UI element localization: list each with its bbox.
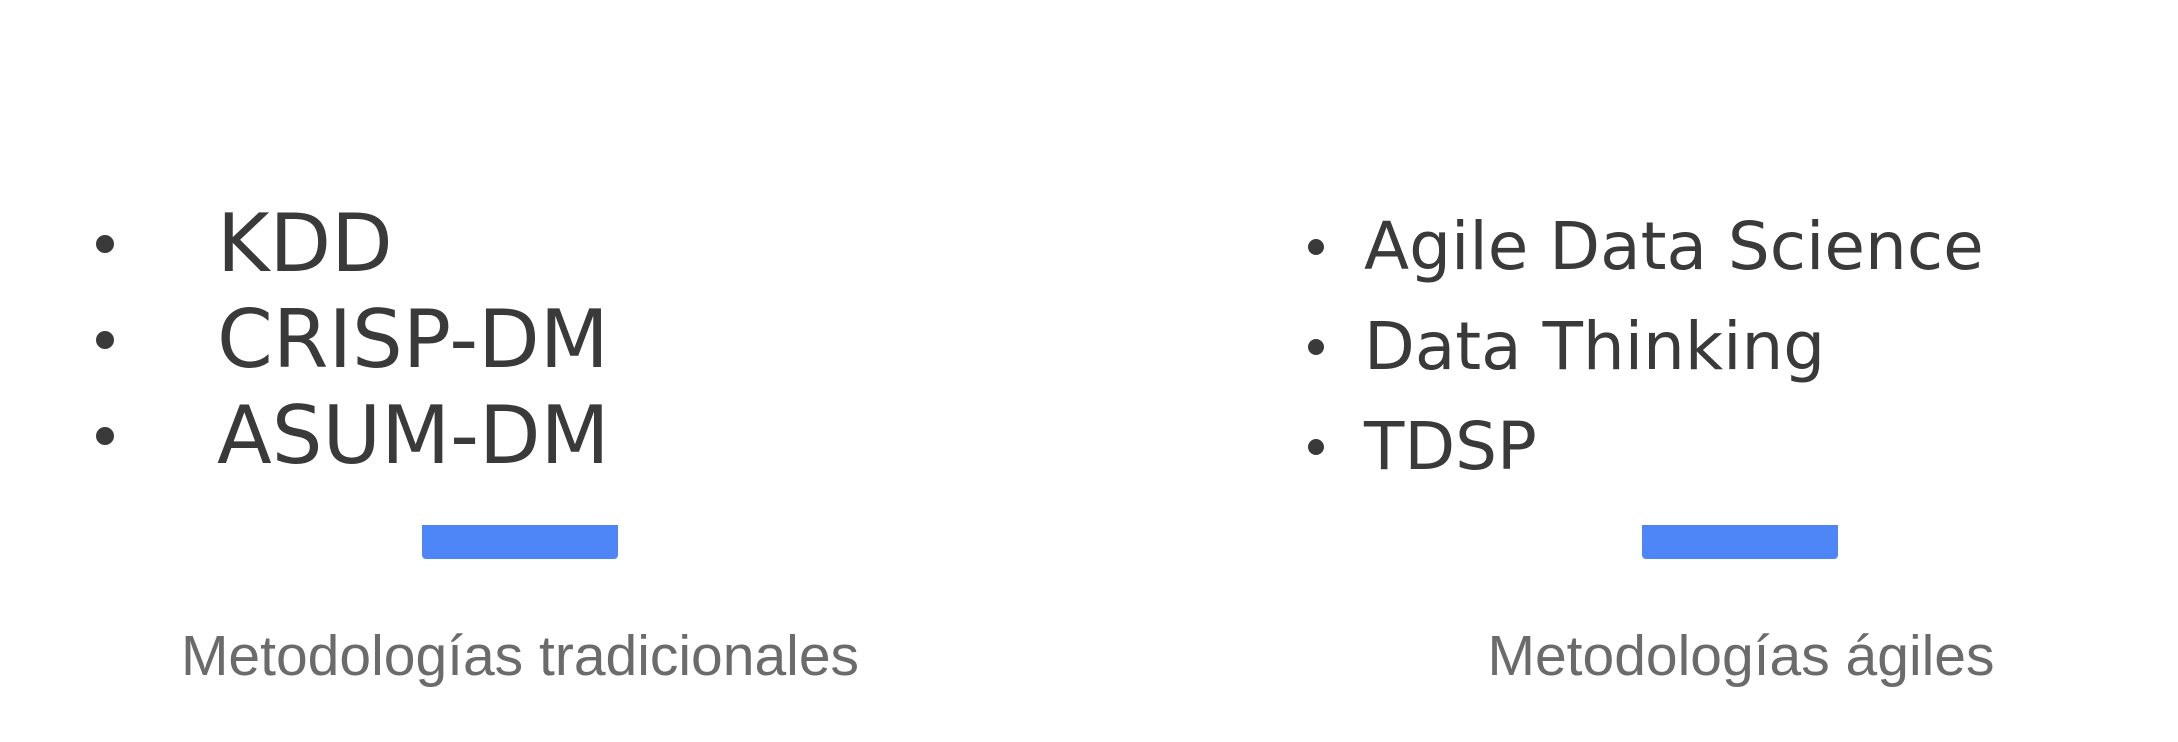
bullet-icon bbox=[96, 427, 114, 445]
caption-agile: Metodologías ágiles bbox=[1487, 624, 1995, 688]
accent-bar-left bbox=[422, 525, 618, 559]
list-item: KDD bbox=[96, 196, 610, 292]
list-item: TDSP bbox=[1308, 397, 1984, 497]
list-item-label: KDD bbox=[217, 197, 393, 290]
list-item-label: TDSP bbox=[1364, 408, 1537, 485]
bullet-icon bbox=[1308, 439, 1324, 455]
bullet-icon bbox=[1308, 339, 1324, 355]
list-item: ASUM-DM bbox=[96, 388, 610, 484]
traditional-methodologies-list: KDD CRISP-DM ASUM-DM bbox=[96, 196, 610, 484]
list-item-label: Data Thinking bbox=[1364, 308, 1826, 385]
bullet-icon bbox=[96, 331, 114, 349]
bullet-icon bbox=[1308, 239, 1324, 255]
accent-bar-right bbox=[1642, 525, 1838, 559]
slide: KDD CRISP-DM ASUM-DM Agile Data Science … bbox=[0, 0, 2178, 742]
list-item: Data Thinking bbox=[1308, 297, 1984, 397]
caption-traditional: Metodologías tradicionales bbox=[180, 624, 860, 688]
list-item-label: CRISP-DM bbox=[217, 293, 609, 386]
bullet-icon bbox=[96, 235, 114, 253]
list-item: CRISP-DM bbox=[96, 292, 610, 388]
list-item-label: ASUM-DM bbox=[217, 389, 610, 482]
list-item: Agile Data Science bbox=[1308, 197, 1984, 297]
list-item-label: Agile Data Science bbox=[1364, 208, 1984, 285]
agile-methodologies-list: Agile Data Science Data Thinking TDSP bbox=[1308, 197, 1984, 497]
